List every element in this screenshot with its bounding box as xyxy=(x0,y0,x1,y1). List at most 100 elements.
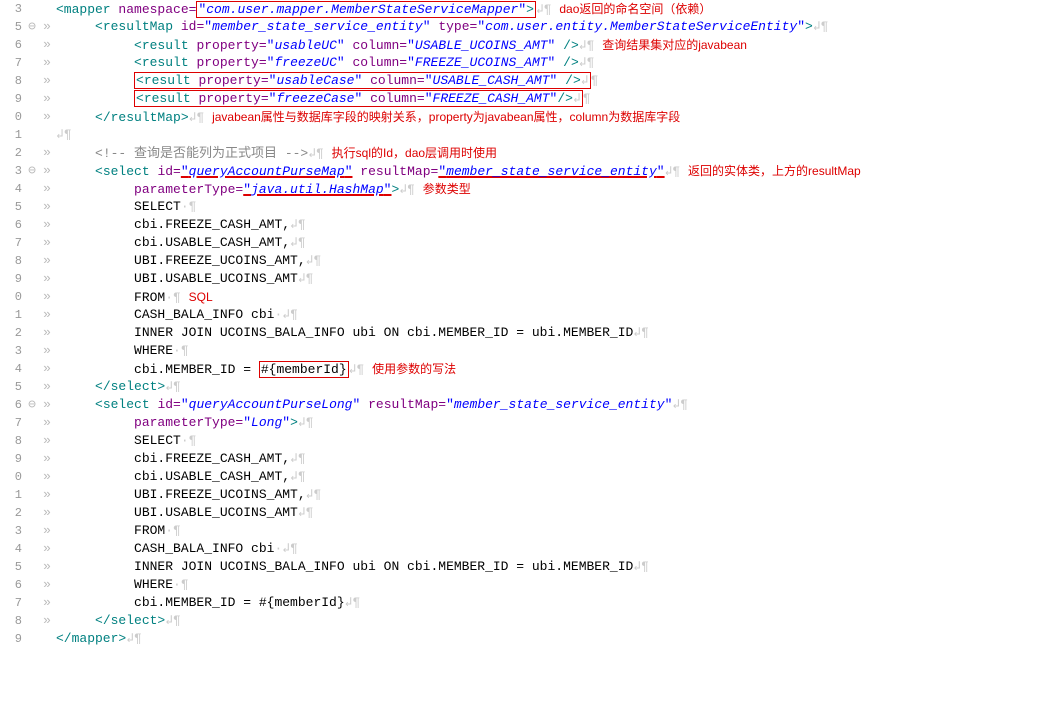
ws-token: ·¶ xyxy=(165,523,181,538)
indent-guide: » xyxy=(38,36,56,54)
cmt-token: <!-- 查询是否能列为正式项目 --> xyxy=(95,146,308,161)
line-number: 3 xyxy=(0,342,26,360)
text-token: UBI.USABLE_UCOINS_AMT xyxy=(134,505,298,520)
indent-guide: » xyxy=(38,522,56,540)
highlight-box: #{memberId} xyxy=(259,361,349,378)
valout-token: " xyxy=(243,415,251,430)
indent-guide: » xyxy=(38,270,56,288)
text-token: UBI.USABLE_UCOINS_AMT xyxy=(134,271,298,286)
indent xyxy=(56,362,134,377)
code-content: cbi.USABLE_CASH_AMT,↲¶ xyxy=(56,468,306,486)
valout-token: " xyxy=(337,38,353,53)
code-line: 1↲¶ xyxy=(0,126,1064,144)
code-content: <mapper namespace="com.user.mapper.Membe… xyxy=(56,0,711,19)
attr-token: column= xyxy=(353,38,408,53)
valout-token: " xyxy=(345,164,353,179)
attr-token: column= xyxy=(370,91,425,106)
code-line: 2» <!-- 查询是否能列为正式项目 -->↲¶ 执行sql的Id，dao层调… xyxy=(0,144,1064,162)
fold-marker[interactable]: ⊖ xyxy=(26,162,38,180)
attr-token: id= xyxy=(181,19,204,34)
tag-token: /> xyxy=(555,38,578,53)
indent xyxy=(56,505,134,520)
indent-guide: » xyxy=(38,72,56,90)
line-number: 1 xyxy=(0,486,26,504)
tag-token: <result xyxy=(136,73,198,88)
code-line: 4» cbi.MEMBER_ID = #{memberId}↲¶ 使用参数的写法 xyxy=(0,360,1064,378)
val-token: FREEZE_UCOINS_AMT xyxy=(415,55,548,70)
ws-token: ·¶ xyxy=(173,343,189,358)
indent-guide: » xyxy=(38,144,56,162)
valout-token: " xyxy=(423,19,439,34)
code-content: </mapper>↲¶ xyxy=(56,630,142,648)
indent-guide: » xyxy=(38,180,56,198)
val-token: usableUC xyxy=(274,38,336,53)
ws-token: ↲¶ xyxy=(399,182,422,197)
val-token: usableCase xyxy=(276,73,354,88)
indent-guide: » xyxy=(38,504,56,522)
indent-guide: » xyxy=(38,486,56,504)
indent-guide: » xyxy=(38,324,56,342)
indent-guide: » xyxy=(38,216,56,234)
line-number: 1 xyxy=(0,126,26,144)
text-token: INNER JOIN UCOINS_BALA_INFO ubi ON cbi.M… xyxy=(134,325,633,340)
ws-token: ↲¶ xyxy=(165,379,181,394)
val-token: FREEZE_CASH_AMT xyxy=(433,91,550,106)
attr-token: column= xyxy=(370,73,425,88)
tag-token: > xyxy=(805,19,813,34)
indent xyxy=(56,199,134,214)
line-number: 9 xyxy=(0,90,26,108)
code-line: 5» </select>↲¶ xyxy=(0,378,1064,396)
indent-guide: » xyxy=(38,414,56,432)
code-line: 6» <result property="usableUC" column="U… xyxy=(0,36,1064,54)
code-content: FROM·¶ xyxy=(56,522,181,540)
code-line: 4» CASH_BALA_INFO cbi·↲¶ xyxy=(0,540,1064,558)
ws-token: ·¶ xyxy=(181,199,197,214)
attr-token: resultMap= xyxy=(353,164,439,179)
line-number: 6 xyxy=(0,36,26,54)
line-number: 2 xyxy=(0,504,26,522)
attr-token: parameterType= xyxy=(134,182,243,197)
fold-marker[interactable]: ⊖ xyxy=(26,396,38,414)
code-line: 7» parameterType="Long">↲¶ xyxy=(0,414,1064,432)
code-line: 7» cbi.MEMBER_ID = #{memberId}↲¶ xyxy=(0,594,1064,612)
line-number: 8 xyxy=(0,432,26,450)
val-token: member_state_service_entity xyxy=(212,19,423,34)
ws-token: ¶ xyxy=(583,91,591,106)
text-token: cbi.FREEZE_CASH_AMT, xyxy=(134,451,290,466)
line-number: 0 xyxy=(0,288,26,306)
line-number: 9 xyxy=(0,450,26,468)
val-token: freezeCase xyxy=(276,91,354,106)
code-line: 0» cbi.USABLE_CASH_AMT,↲¶ xyxy=(0,468,1064,486)
code-line: 5» SELECT·¶ xyxy=(0,198,1064,216)
attr-token: property= xyxy=(198,91,268,106)
ws-token: ·¶ xyxy=(181,433,197,448)
attr-token: property= xyxy=(196,38,266,53)
indent-guide: » xyxy=(38,54,56,72)
ws-token: ↲ xyxy=(581,73,589,88)
valout-token: " xyxy=(243,182,251,197)
code-content: CASH_BALA_INFO cbi·↲¶ xyxy=(56,540,298,558)
line-number: 9 xyxy=(0,270,26,288)
underline-annotation: "java.util.HashMap" xyxy=(243,182,391,197)
indent-guide: » xyxy=(38,234,56,252)
ws-token: ↲¶ xyxy=(579,38,602,53)
text-token: cbi.FREEZE_CASH_AMT, xyxy=(134,217,290,232)
ws-token: ↲¶ xyxy=(165,613,181,628)
code-line: 1» CASH_BALA_INFO cbi·↲¶ xyxy=(0,306,1064,324)
ws-token: ¶ xyxy=(591,73,599,88)
code-content: UBI.FREEZE_UCOINS_AMT,↲¶ xyxy=(56,252,321,270)
indent-guide: » xyxy=(38,162,56,180)
indent-guide: » xyxy=(38,306,56,324)
code-line: 3<mapper namespace="com.user.mapper.Memb… xyxy=(0,0,1064,18)
text-token: CASH_BALA_INFO cbi xyxy=(134,307,274,322)
line-number: 3 xyxy=(0,522,26,540)
code-line: 6⊖» <select id="queryAccountPurseLong" r… xyxy=(0,396,1064,414)
indent xyxy=(56,469,134,484)
code-line: 8» UBI.FREEZE_UCOINS_AMT,↲¶ xyxy=(0,252,1064,270)
line-number: 5 xyxy=(0,198,26,216)
fold-marker[interactable]: ⊖ xyxy=(26,18,38,36)
code-content: cbi.USABLE_CASH_AMT,↲¶ xyxy=(56,234,306,252)
indent-guide: » xyxy=(38,540,56,558)
indent xyxy=(56,433,134,448)
line-number: 7 xyxy=(0,234,26,252)
